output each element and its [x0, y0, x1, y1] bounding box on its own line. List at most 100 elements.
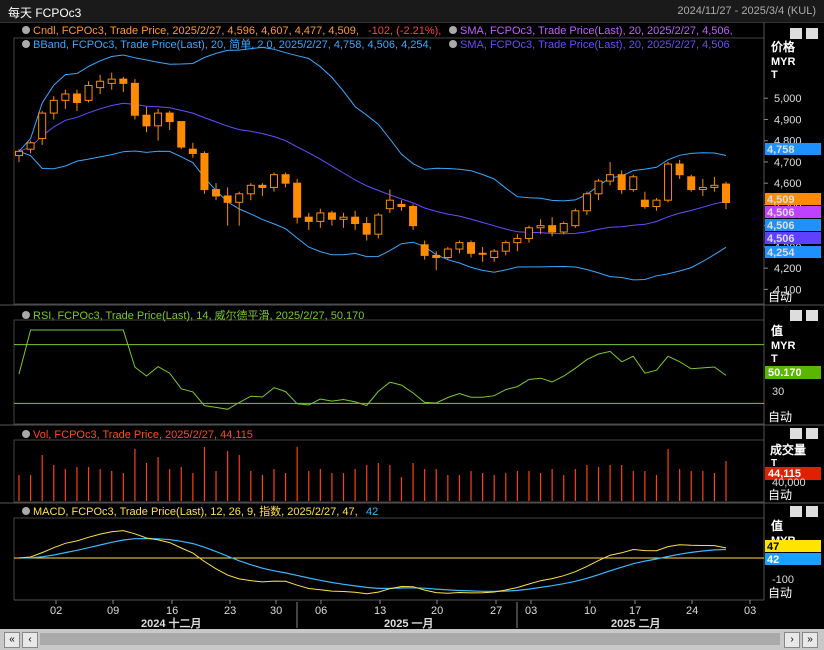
legend-cndl-change: -102, (-2.21%), [368, 25, 441, 37]
auto-scale-button[interactable]: 自动 [768, 586, 792, 600]
candle-body [316, 212, 325, 222]
auto-scale-button[interactable]: 自动 [768, 488, 792, 502]
candle-body [432, 254, 441, 259]
candle-body [61, 93, 70, 101]
chart-canvas[interactable]: Cndl, FCPOc3, Trade Price, 2025/2/27, 4,… [0, 0, 824, 629]
candle-body [443, 248, 452, 259]
candle-body [455, 242, 464, 250]
month-label: 2024 十二月 [141, 616, 202, 629]
scroll-last-icon[interactable]: » [802, 632, 818, 648]
legend-toggle-icon[interactable] [22, 26, 30, 34]
maximize-icon[interactable] [790, 310, 802, 321]
candle-body [154, 112, 163, 127]
price-value-tag-text: 4,506 [767, 207, 795, 219]
legend-macd: MACD, FCPOc3, Trade Price(Last), 12, 26,… [33, 504, 358, 518]
candle-body [84, 84, 93, 101]
candle-body [640, 199, 649, 208]
candle-body [524, 227, 533, 239]
vol-layer [18, 447, 727, 501]
price-layer [15, 46, 730, 281]
candle-body [478, 252, 487, 255]
candle-body [15, 150, 23, 157]
macd-value-tag-text: 47 [767, 541, 779, 553]
close-icon[interactable] [806, 310, 818, 321]
candle-body [513, 237, 522, 244]
candle-body [119, 78, 128, 84]
legend-toggle-icon[interactable] [449, 26, 457, 34]
x-tick-label: 03 [525, 605, 537, 617]
rsi-line [18, 329, 727, 410]
candle-body [617, 174, 626, 191]
legend-cndl: Cndl, FCPOc3, Trade Price, 2025/2/27, 4,… [33, 25, 359, 37]
price-axis[interactable]: 价格 MYR T 5,0004,9004,8004,7004,6004,5004… [764, 28, 821, 304]
x-tick-label: 09 [107, 605, 119, 617]
candle-body [165, 112, 174, 123]
close-icon[interactable] [806, 428, 818, 439]
candle-body [664, 163, 673, 201]
price-tick-label: 4,200 [774, 263, 802, 275]
candle-body [26, 142, 35, 150]
candle-body [397, 203, 406, 208]
scroll-track[interactable] [40, 633, 780, 645]
close-icon[interactable] [806, 506, 818, 517]
axis-title: 成交量 [770, 442, 806, 457]
x-tick-label: 10 [584, 605, 596, 617]
scroll-right-icon[interactable]: › [784, 632, 800, 648]
scroll-left-icon[interactable]: ‹ [22, 632, 38, 648]
axis-unit2: T [771, 69, 778, 81]
close-icon[interactable] [806, 28, 818, 39]
price-tick-label: 4,700 [774, 157, 802, 169]
candle-body [571, 210, 580, 227]
candle-body [177, 121, 186, 148]
legend-bband: BBand, FCPOc3, Trade Price(Last), 20, 简单… [33, 37, 432, 51]
candle-body [420, 244, 429, 256]
scroll-navbar[interactable]: « ‹ › » [0, 629, 824, 650]
axis-unit2: T [771, 353, 778, 365]
month-label: 2025 一月 [384, 617, 434, 629]
rsi-layer [14, 329, 764, 410]
candle-body [675, 163, 684, 176]
candle-body [582, 193, 591, 212]
candle-body [385, 199, 394, 210]
legend-toggle-icon[interactable] [22, 40, 30, 48]
candle-body [698, 186, 707, 191]
maximize-icon[interactable] [790, 428, 802, 439]
sma-line [18, 102, 727, 235]
maximize-icon[interactable] [790, 506, 802, 517]
candle-body [351, 216, 360, 225]
scroll-first-icon[interactable]: « [4, 632, 20, 648]
auto-scale-button[interactable]: 自动 [768, 410, 792, 424]
axis-title: 值 [771, 518, 783, 533]
candle-body [536, 225, 545, 229]
candle-body [49, 99, 58, 114]
candle-body [409, 206, 418, 227]
rsi-value-tag-text: 50.170 [768, 367, 802, 379]
price-value-tag-text: 4,254 [767, 247, 795, 259]
price-tick-label: 4,600 [774, 178, 802, 190]
x-tick-label: 20 [431, 605, 443, 617]
price-value-tag-text: 4,758 [767, 144, 795, 156]
legend-rsi: RSI, FCPOc3, Trade Price(Last), 14, 威尔德平… [33, 308, 364, 322]
candle-body [281, 174, 290, 184]
x-tick-label: 27 [490, 605, 502, 617]
maximize-icon[interactable] [790, 28, 802, 39]
candle-body [327, 212, 336, 220]
candle-body [235, 193, 244, 203]
legend-toggle-icon[interactable] [22, 430, 30, 438]
candle-body [38, 112, 47, 140]
auto-scale-button[interactable]: 自动 [768, 290, 792, 304]
macd-panel-frame [13, 517, 765, 601]
legend-toggle-icon[interactable] [22, 507, 30, 515]
candle-body [559, 223, 568, 233]
x-tick-label: 02 [50, 605, 62, 617]
x-tick-label: 17 [629, 605, 641, 617]
candle-body [594, 180, 603, 195]
candle-body [548, 225, 557, 233]
candle-body [130, 82, 139, 116]
x-tick-label: 23 [224, 605, 236, 617]
legend-toggle-icon[interactable] [22, 311, 30, 319]
candle-body [629, 176, 638, 191]
legend-toggle-icon[interactable] [449, 40, 457, 48]
candle-body [374, 214, 383, 235]
axis-unit: MYR [771, 56, 796, 68]
